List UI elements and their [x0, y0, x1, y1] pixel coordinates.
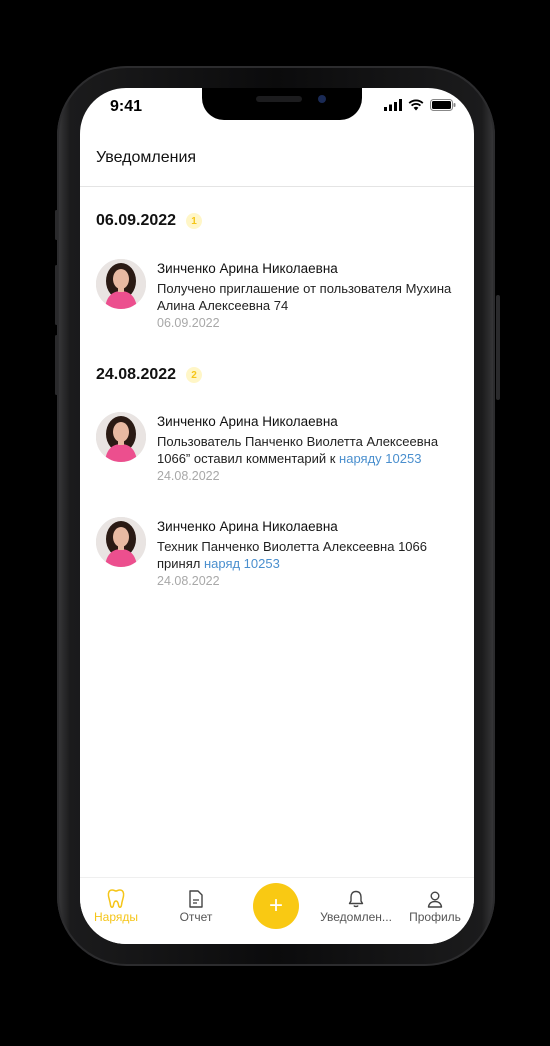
tab-orders[interactable]: Наряды — [80, 888, 156, 924]
notification-date: 24.08.2022 — [157, 574, 220, 588]
sender-name: Зинченко Арина Николаевна — [157, 519, 338, 534]
document-icon — [189, 890, 203, 908]
battery-icon — [430, 99, 456, 111]
volume-up-button — [55, 265, 58, 325]
sender-name: Зинченко Арина Николаевна — [157, 414, 338, 429]
tab-label: Отчет — [179, 910, 213, 924]
sender-name: Зинченко Арина Николаевна — [157, 261, 338, 276]
signal-icon — [384, 99, 402, 111]
date-group-header: 24.08.2022 2 — [96, 366, 203, 384]
tooth-icon — [107, 889, 125, 908]
add-button[interactable]: + — [253, 883, 299, 929]
mute-switch — [55, 210, 58, 240]
power-button — [496, 295, 500, 400]
notification-text: Техник Панченко Виолетта Алексеевна 1066… — [157, 538, 464, 572]
tab-profile[interactable]: Профиль — [395, 888, 474, 924]
header-divider — [80, 186, 474, 187]
date-group-header: 06.09.2022 1 — [96, 212, 203, 230]
avatar — [96, 517, 146, 567]
user-icon — [427, 891, 443, 908]
status-icons — [384, 99, 456, 111]
notification-message: Техник Панченко Виолетта Алексеевна 1066… — [157, 539, 427, 571]
status-time: 9:41 — [110, 98, 143, 115]
count-badge: 2 — [186, 367, 203, 383]
notification-date: 24.08.2022 — [157, 469, 220, 483]
avatar — [96, 412, 146, 462]
tab-bar: Наряды Отчет + Уведомлен... Профиль — [80, 877, 474, 944]
notification-message: Получено приглашение от пользователя Мух… — [157, 281, 452, 313]
notification-item[interactable]: Зинченко Арина Николаевна Получено пригл… — [96, 259, 464, 337]
order-link[interactable]: наряду 10253 — [339, 451, 421, 466]
count-badge: 1 — [186, 213, 203, 229]
notification-text: Получено приглашение от пользователя Мух… — [157, 280, 464, 314]
wifi-icon — [408, 99, 424, 111]
page-title: Уведомления — [96, 149, 197, 166]
group-date: 24.08.2022 — [96, 366, 177, 383]
notch — [202, 88, 362, 120]
notification-item[interactable]: Зинченко Арина Николаевна Пользователь П… — [96, 412, 464, 492]
order-link[interactable]: наряд 10253 — [204, 556, 280, 571]
plus-icon: + — [268, 892, 283, 919]
notification-date: 06.09.2022 — [157, 316, 220, 330]
notification-item[interactable]: Зинченко Арина Николаевна Техник Панченк… — [96, 517, 464, 597]
group-date: 06.09.2022 — [96, 212, 177, 229]
screen: 9:41 Уведомления 06.09.2022 1 Зинченко А… — [80, 88, 474, 944]
notification-text: Пользователь Панченко Виолетта Алексеевн… — [157, 433, 464, 467]
avatar — [96, 259, 146, 309]
camera — [318, 95, 326, 103]
tab-label: Профиль — [409, 910, 461, 924]
tab-label: Уведомлен... — [320, 910, 392, 924]
volume-down-button — [55, 335, 58, 395]
speaker — [256, 96, 302, 102]
tab-notifications[interactable]: Уведомлен... — [316, 888, 396, 924]
bell-icon — [348, 890, 364, 908]
tab-report[interactable]: Отчет — [156, 888, 236, 924]
tab-label: Наряды — [93, 910, 138, 924]
